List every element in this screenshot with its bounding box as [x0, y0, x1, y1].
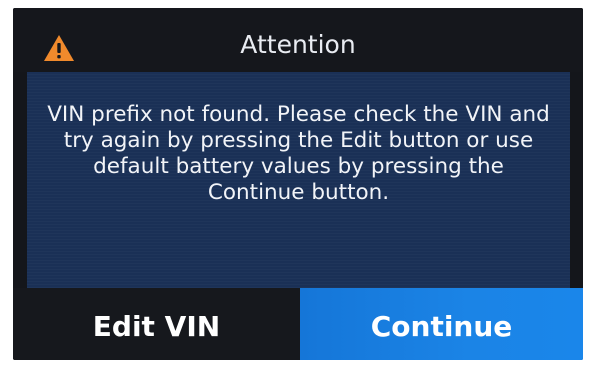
continue-button[interactable]: Continue [300, 288, 583, 360]
dialog-message: VIN prefix not found. Please check the V… [47, 102, 550, 205]
button-bar: Edit VIN Continue [13, 288, 583, 360]
device-screen: Attention VIN prefix not found. Please c… [13, 8, 583, 360]
message-panel: VIN prefix not found. Please check the V… [27, 72, 570, 288]
edit-vin-button[interactable]: Edit VIN [13, 288, 300, 360]
dialog-title: Attention [240, 30, 356, 59]
dialog-header: Attention [13, 8, 583, 72]
